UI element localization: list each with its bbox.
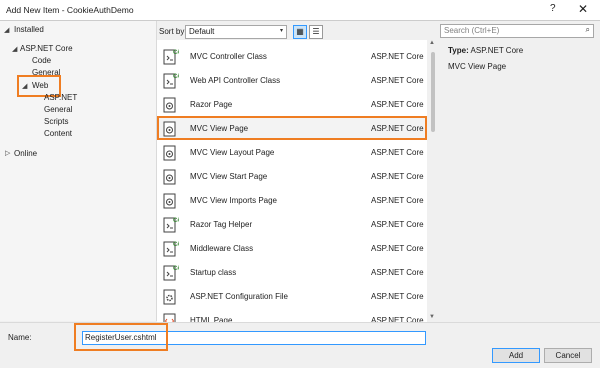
list-item[interactable]: HTML Page ASP.NET Core [157, 308, 427, 323]
config-file-icon [163, 287, 179, 305]
window-title: Add New Item - CookieAuthDemo [6, 5, 134, 15]
csharp-file-icon: C# [163, 215, 181, 233]
details-type: Type: ASP.NET Core [448, 46, 523, 55]
template-category: ASP.NET Core [371, 52, 424, 61]
search-placeholder: Search (Ctrl+E) [444, 26, 500, 35]
template-name: Razor Tag Helper [190, 220, 253, 229]
csharp-file-icon: C# [163, 71, 181, 89]
selected-item-highlight-box [157, 116, 427, 140]
list-item[interactable]: Razor Page ASP.NET Core [157, 92, 427, 116]
tree-item-content[interactable]: Content [44, 129, 72, 138]
template-name: Web API Controller Class [190, 76, 281, 85]
tree-item-aspnet-core[interactable]: ASP.NET Core [20, 44, 73, 53]
template-category: ASP.NET Core [371, 220, 424, 229]
category-tree: ◢ Installed ◢ ASP.NET Core Code General … [0, 21, 157, 321]
razor-page-icon [163, 143, 179, 161]
chevron-down-icon: ▾ [279, 28, 283, 34]
close-icon[interactable]: ✕ [578, 2, 588, 16]
list-item[interactable]: C# Middleware Class ASP.NET Core [157, 236, 427, 260]
tree-item-installed[interactable]: Installed [14, 25, 44, 34]
list-item[interactable]: MVC View Start Page ASP.NET Core [157, 164, 427, 188]
list-item[interactable]: MVC View Page ASP.NET Core [157, 116, 427, 140]
collapse-triangle-icon[interactable]: ▷ [5, 149, 10, 157]
search-input[interactable]: Search (Ctrl+E) ⌕ [440, 24, 594, 38]
razor-page-icon [163, 191, 179, 209]
razor-page-icon [163, 167, 179, 185]
scroll-up-icon[interactable]: ▲ [429, 40, 435, 46]
details-type-value: ASP.NET Core [470, 46, 524, 55]
tree-item-scripts[interactable]: Scripts [44, 117, 68, 126]
csharp-file-icon: C# [163, 263, 181, 281]
svg-text:C#: C# [173, 242, 179, 248]
search-icon: ⌕ [585, 25, 590, 34]
svg-text:C#: C# [173, 218, 179, 224]
details-pane: Type: ASP.NET Core MVC View Page [438, 40, 600, 323]
template-category: ASP.NET Core [371, 172, 424, 181]
sort-dropdown[interactable]: Default ▾ [185, 25, 287, 39]
csharp-file-icon: C# [163, 47, 181, 65]
template-name: MVC View Start Page [190, 172, 268, 181]
template-list: C# MVC Controller Class ASP.NET Core C# Web … [157, 40, 427, 323]
help-button[interactable]: ? [550, 3, 556, 14]
template-category: ASP.NET Core [371, 268, 424, 277]
add-button[interactable]: Add [492, 348, 540, 363]
tree-item-web-aspnet[interactable]: ASP.NET [44, 93, 77, 102]
svg-text:C#: C# [173, 50, 179, 56]
list-item[interactable]: C# Startup class ASP.NET Core [157, 260, 427, 284]
template-name: Razor Page [190, 100, 233, 109]
tree-item-code[interactable]: Code [32, 56, 51, 65]
sort-value: Default [189, 27, 215, 36]
name-label: Name: [8, 333, 32, 342]
template-category: ASP.NET Core [371, 196, 424, 205]
footer: Name: RegisterUser.cshtml Add Cancel [0, 322, 600, 368]
template-category: ASP.NET Core [371, 292, 424, 301]
svg-text:C#: C# [173, 266, 179, 272]
details-type-label: Type: [448, 46, 469, 55]
csharp-file-icon: C# [163, 239, 181, 257]
template-category: ASP.NET Core [371, 244, 424, 253]
sort-bar: Sort by: Default ▾ ▦ ☰ [157, 22, 437, 40]
scroll-down-icon[interactable]: ▼ [429, 314, 435, 320]
title-bar: Add New Item - CookieAuthDemo ? ✕ [0, 0, 600, 20]
template-category: ASP.NET Core [371, 148, 424, 157]
template-category: ASP.NET Core [371, 100, 424, 109]
expand-triangle-icon[interactable]: ◢ [4, 26, 9, 34]
list-item[interactable]: C# MVC Controller Class ASP.NET Core [157, 44, 427, 68]
list-view-icon[interactable]: ☰ [309, 25, 323, 39]
name-highlight-box [74, 323, 168, 351]
list-item[interactable]: MVC View Imports Page ASP.NET Core [157, 188, 427, 212]
tree-item-online[interactable]: Online [14, 149, 37, 158]
template-name: Middleware Class [190, 244, 254, 253]
grid-view-icon[interactable]: ▦ [293, 25, 307, 39]
template-name: Startup class [190, 268, 237, 277]
cancel-button[interactable]: Cancel [544, 348, 592, 363]
sort-label: Sort by: [159, 27, 187, 36]
scrollbar-thumb[interactable] [431, 52, 435, 132]
template-category: ASP.NET Core [371, 76, 424, 85]
list-item[interactable]: ASP.NET Configuration File ASP.NET Core [157, 284, 427, 308]
svg-text:C#: C# [173, 74, 179, 80]
template-name: ASP.NET Configuration File [190, 292, 288, 301]
template-name: MVC View Layout Page [190, 148, 275, 157]
list-item[interactable]: C# Web API Controller Class ASP.NET Core [157, 68, 427, 92]
tree-item-web-general[interactable]: General [44, 105, 72, 114]
template-name: MVC Controller Class [190, 52, 267, 61]
list-item[interactable]: MVC View Layout Page ASP.NET Core [157, 140, 427, 164]
list-item[interactable]: C# Razor Tag Helper ASP.NET Core [157, 212, 427, 236]
expand-triangle-icon[interactable]: ◢ [12, 45, 17, 53]
template-name: MVC View Imports Page [190, 196, 277, 205]
razor-page-icon [163, 95, 179, 113]
details-description: MVC View Page [448, 62, 507, 71]
